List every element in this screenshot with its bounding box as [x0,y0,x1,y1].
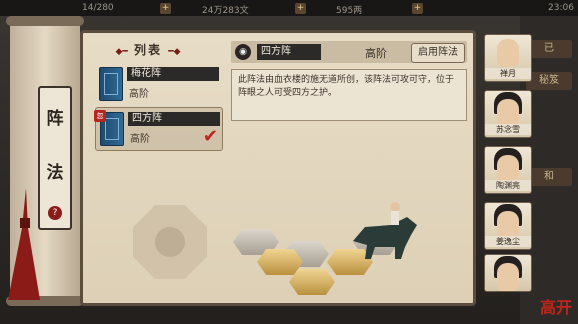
side-button-1[interactable]: 已 [526,40,572,58]
face-icon [497,263,519,291]
formation-item-name: 四方阵 [128,112,220,126]
ornament-left-icon: ◆━ [115,47,128,57]
formation-item-meihua[interactable]: 梅花阵 高阶 [95,63,221,105]
formation-slot-4[interactable] [257,249,303,275]
tassel-icon [8,188,40,300]
help-icon[interactable]: ? [48,206,62,220]
mounted-hero-icon [353,202,417,259]
portrait-name: 姜逸尘 [485,236,531,247]
portrait-card-2[interactable]: 苏念雪 [484,90,532,138]
portrait-card-1[interactable]: 禅月 [484,34,532,82]
monk-portrait-icon [497,39,519,67]
formation-panel: ◆━ 列表 ━◆ 梅花阵 高阶 忽 四方阵 高阶 ✔ ◉ 四方阵 高阶 启用阵法… [80,30,476,306]
face-icon [497,99,519,127]
formation-description: 此阵法由血衣楼的施无道所创，该阵法可攻可守，位于阵眼之人可受四方之护。 [231,69,467,121]
portrait-name: 苏念雪 [485,124,531,135]
top-status-bar: 14/280 + 24万283文 + 595两 + 23:06 [0,0,578,16]
formation-icon: ◉ [235,44,251,60]
stamina-value: 14/280 [82,3,114,13]
silver-value: 595两 [336,6,363,16]
formation-name: 四方阵 [257,44,321,60]
enable-formation-button[interactable]: 启用阵法 [411,43,465,63]
formation-rank: 高阶 [365,47,387,60]
portrait-card-5[interactable] [484,254,532,292]
title-char-1: 阵 [46,109,64,129]
add-copper-button[interactable]: + [295,3,306,14]
copper-value: 24万283文 [202,6,249,16]
face-icon [497,155,519,183]
formation-slot-6[interactable] [289,269,335,295]
portrait-card-4[interactable]: 姜逸尘 [484,202,532,250]
formation-title-plaque: 阵 法 ? [38,86,72,230]
game-logo: 高开 [539,298,572,317]
new-badge: 忽 [94,110,106,122]
checkmark-icon: ✔ [202,126,218,147]
formation-item-rank: 高阶 [129,89,149,100]
add-silver-button[interactable]: + [412,3,423,14]
title-char-2: 法 [46,163,64,183]
list-title: ◆━ 列表 ━◆ [83,41,213,58]
portrait-name: 禅月 [485,68,531,79]
formation-item-rank: 高阶 [130,134,150,145]
add-stamina-button[interactable]: + [160,3,171,14]
formation-item-sifang[interactable]: 忽 四方阵 高阶 ✔ [94,107,223,151]
side-button-3[interactable]: 和 [526,168,572,186]
ornament-right-icon: ━◆ [168,47,181,57]
book-icon [99,67,123,101]
portrait-card-3[interactable]: 陶渊亮 [484,146,532,194]
face-icon [497,211,519,239]
scroll-rod-top [6,16,84,26]
portrait-name: 陶渊亮 [485,180,531,191]
side-button-2[interactable]: 秘笈 [526,72,572,90]
clock: 23:06 [548,3,574,13]
formation-item-name: 梅花阵 [127,67,219,81]
taiji-icon [133,205,207,279]
list-title-text: 列表 [133,43,162,57]
